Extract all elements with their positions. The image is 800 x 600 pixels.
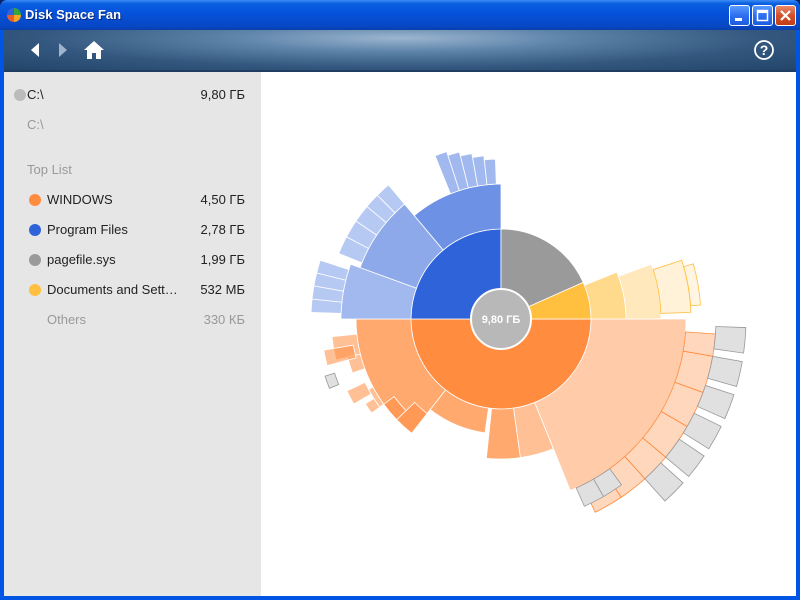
list-item-label: pagefile.sys [47, 252, 116, 267]
list-item-documents[interactable]: Documents and Sett… 532 МБ [4, 280, 261, 300]
chart-area: 9,80 ГБ [261, 72, 796, 596]
root-drive-size: 9,80 ГБ [200, 87, 245, 102]
list-item-program-files[interactable]: Program Files 2,78 ГБ [4, 220, 261, 240]
minimize-button[interactable] [729, 5, 750, 26]
close-button[interactable] [775, 5, 796, 26]
title-bar[interactable]: Disk Space Fan [0, 0, 800, 30]
back-arrow-icon [31, 43, 39, 57]
list-item-size: 1,99 ГБ [200, 252, 245, 267]
window-frame-bottom [0, 596, 800, 600]
list-item-others[interactable]: Others 330 КБ [4, 310, 261, 330]
current-path-label: C:\ [27, 117, 44, 132]
help-button[interactable]: ? [752, 39, 776, 61]
list-item-size: 4,50 ГБ [200, 192, 245, 207]
app-window: Disk Space Fan ? C:\ 9,80 ГБ C:\ Top Lis… [0, 0, 800, 600]
grey-folder-segment[interactable] [707, 355, 743, 388]
pagefile-color-dot [29, 254, 41, 266]
windows-subfolder-segment[interactable] [346, 381, 372, 405]
windows-color-dot [29, 194, 41, 206]
home-icon [84, 41, 104, 59]
close-icon [780, 10, 791, 21]
maximize-icon [756, 9, 769, 22]
list-item-size: 2,78 ГБ [200, 222, 245, 237]
top-list-heading: Top List [4, 160, 261, 180]
home-button[interactable] [82, 39, 106, 61]
sidebar: C:\ 9,80 ГБ C:\ Top List WINDOWS 4,50 ГБ… [4, 72, 261, 596]
list-item-size: 330 КБ [203, 312, 245, 327]
program-files-color-dot [29, 224, 41, 236]
windows-subfolder-segment[interactable] [382, 411, 390, 420]
root-drive-row[interactable]: C:\ 9,80 ГБ [4, 85, 261, 105]
list-item-label: WINDOWS [47, 192, 113, 207]
list-item-label: Others [47, 312, 87, 327]
forward-button[interactable] [50, 39, 74, 61]
list-item-size: 532 МБ [200, 282, 245, 297]
grey-folder-segment[interactable] [324, 372, 340, 389]
root-drive-label: C:\ [27, 87, 44, 102]
back-button[interactable] [24, 39, 48, 61]
forward-arrow-icon [59, 43, 67, 57]
help-icon: ? [754, 40, 774, 60]
list-item-label: Program Files [47, 222, 128, 237]
toolbar: ? [4, 30, 796, 72]
svg-text:?: ? [760, 42, 769, 58]
grey-folder-segment[interactable] [713, 326, 747, 354]
window-title: Disk Space Fan [25, 7, 122, 22]
root-drive-color-dot [14, 89, 26, 101]
app-logo-icon [7, 8, 21, 22]
minimize-icon [735, 18, 742, 21]
documents-color-dot [29, 284, 41, 296]
maximize-button[interactable] [752, 5, 773, 26]
current-path[interactable]: C:\ [4, 115, 261, 135]
top-list-heading-label: Top List [27, 162, 72, 177]
list-item-windows[interactable]: WINDOWS 4,50 ГБ [4, 190, 261, 210]
list-item-pagefile[interactable]: pagefile.sys 1,99 ГБ [4, 250, 261, 270]
center-size-label: 9,80 ГБ [482, 314, 521, 326]
list-item-label: Documents and Sett… [47, 282, 178, 297]
disk-usage-sunburst-chart[interactable]: 9,80 ГБ [261, 72, 796, 596]
